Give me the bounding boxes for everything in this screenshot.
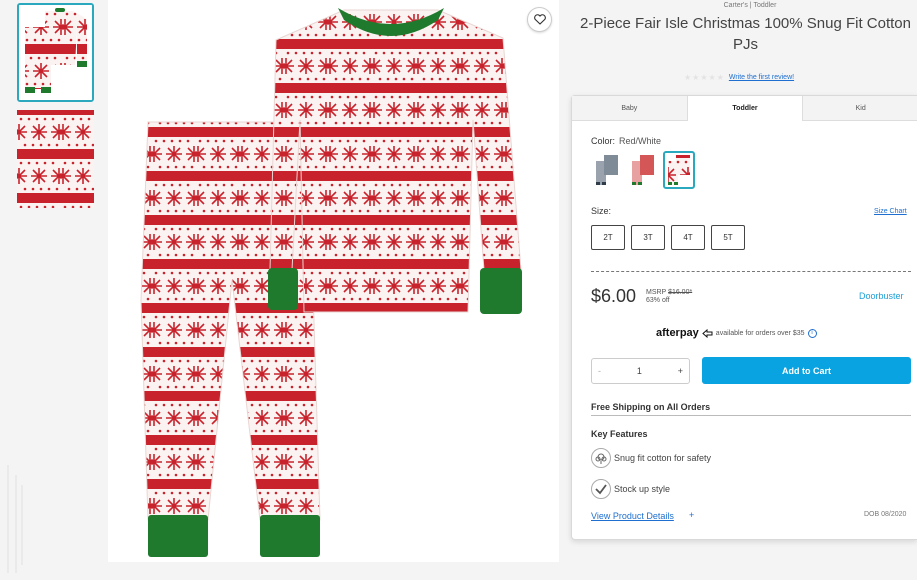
- cotton-icon: [591, 448, 611, 468]
- purchase-card: Baby Toddler Kid Color: Red/White Size: …: [571, 95, 917, 540]
- checkmark-icon: [591, 479, 611, 499]
- size-chart-link[interactable]: Size Chart: [874, 208, 907, 215]
- size-option-3t[interactable]: 3T: [631, 225, 665, 250]
- swatch-gray-pattern[interactable]: [591, 151, 623, 189]
- doorbuster-badge: Doorbuster: [859, 291, 904, 301]
- red-green-pajama-swatch-image: [632, 155, 654, 185]
- rating-summary: ★★★★★ Write the first review!: [684, 73, 794, 82]
- favorite-button[interactable]: [527, 7, 552, 32]
- write-review-link[interactable]: Write the first review!: [729, 74, 794, 81]
- info-icon[interactable]: i: [807, 328, 817, 338]
- rating-stars-icon: ★★★★★: [684, 73, 725, 82]
- feature-label: Stock up style: [614, 484, 671, 494]
- product-title: 2-Piece Fair Isle Christmas 100% Snug Fi…: [580, 15, 911, 53]
- gray-pajama-swatch-image: [596, 155, 618, 185]
- afterpay-logo: afterpay: [656, 327, 699, 339]
- fabric-thumbnail-image: [17, 110, 94, 208]
- tab-toddler[interactable]: Toddler: [686, 96, 804, 121]
- sale-price: $6.00: [591, 286, 637, 306]
- expand-details-icon[interactable]: +: [689, 510, 694, 520]
- size-label: Size:: [591, 206, 612, 216]
- msrp-value: $16.00*: [668, 289, 693, 296]
- color-selection: Color: Red/White: [591, 136, 661, 146]
- discount-text: 63% off: [646, 297, 670, 304]
- msrp-label: MSRP: [646, 289, 667, 296]
- tab-kid[interactable]: Kid: [803, 96, 917, 120]
- heart-icon: [533, 14, 546, 25]
- quantity-decrease-button[interactable]: -: [598, 366, 601, 376]
- product-page: Carter's | Toddler 2-Piece Fair Isle Chr…: [0, 0, 917, 580]
- color-swatches: [591, 151, 695, 189]
- afterpay-info: afterpay available for orders over $35 i: [656, 327, 817, 339]
- color-label: Color:: [591, 136, 616, 146]
- size-option-2t[interactable]: 2T: [591, 225, 625, 250]
- feature-item: Snug fit cotton for safety: [591, 448, 711, 468]
- free-shipping-notice: Free Shipping on All Orders: [591, 402, 911, 416]
- view-product-details-link[interactable]: View Product Details: [591, 511, 674, 521]
- thumbnail-pajama-set[interactable]: [17, 3, 94, 102]
- pajama-set-thumbnail-image: [19, 5, 92, 100]
- quantity-increase-button[interactable]: +: [678, 366, 683, 376]
- add-to-cart-button[interactable]: Add to Cart: [702, 357, 911, 384]
- msrp: MSRP $16.00*: [646, 288, 692, 297]
- main-product-image[interactable]: [108, 0, 559, 562]
- afterpay-text: available for orders over $35: [715, 329, 805, 337]
- quantity-input[interactable]: 1: [637, 366, 642, 376]
- pajama-set-image: [108, 0, 559, 562]
- date-of-birth-code: DOB 08/2020: [864, 511, 907, 518]
- watermark-logo: [7, 465, 23, 573]
- size-range-tabs: Baby Toddler Kid: [572, 96, 917, 121]
- key-features-heading: Key Features: [591, 429, 648, 439]
- tab-baby[interactable]: Baby: [572, 96, 687, 120]
- afterpay-arrows-icon: [702, 328, 713, 338]
- divider: [591, 271, 911, 272]
- size-option-5t[interactable]: 5T: [711, 225, 745, 250]
- size-option-4t[interactable]: 4T: [671, 225, 705, 250]
- swatch-red-white-pattern[interactable]: [663, 151, 695, 189]
- red-white-pajama-swatch-image: [668, 155, 690, 185]
- color-value: Red/White: [619, 136, 662, 146]
- quantity-stepper: - 1 +: [591, 358, 690, 384]
- feature-label: Snug fit cotton for safety: [614, 453, 712, 463]
- swatch-red-green-pattern[interactable]: [627, 151, 659, 189]
- size-options: 2T 3T 4T 5T: [591, 225, 745, 250]
- feature-item: Stock up style: [591, 479, 670, 499]
- thumbnail-fabric-detail[interactable]: [17, 110, 94, 208]
- brand-breadcrumb: Carter's | Toddler: [723, 2, 777, 9]
